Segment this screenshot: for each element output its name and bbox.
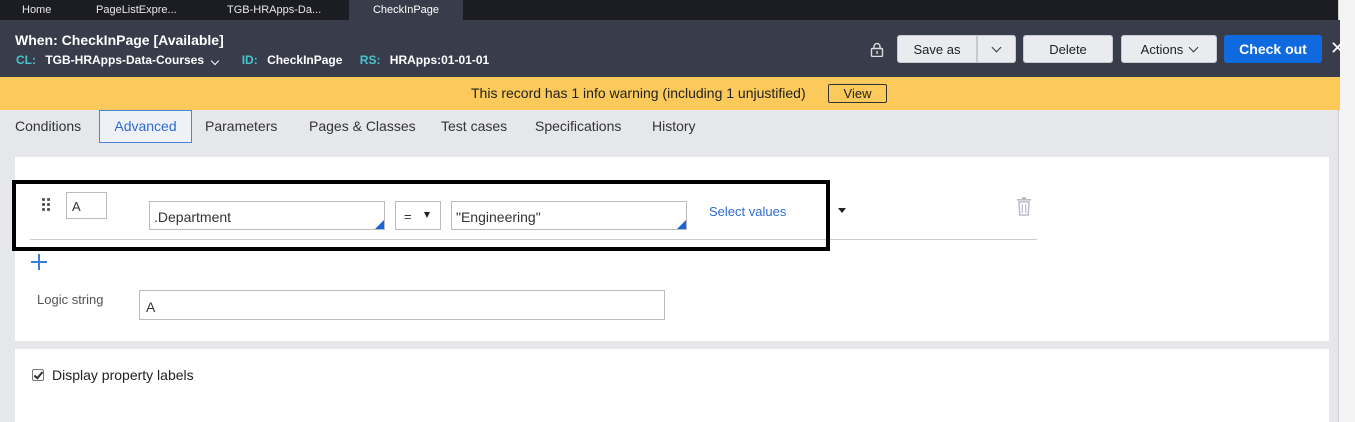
rs-label: RS: <box>359 53 381 67</box>
tab-conditions[interactable]: Conditions <box>15 110 81 143</box>
id-value: CheckInPage <box>267 53 343 67</box>
tab-test-cases[interactable]: Test cases <box>441 110 507 143</box>
warning-text: This record has 1 info warning (includin… <box>471 85 806 101</box>
delete-button[interactable]: Delete <box>1023 35 1113 63</box>
tab-advanced[interactable]: Advanced <box>99 110 192 143</box>
warning-banner: This record has 1 info warning (includin… <box>0 77 1340 110</box>
tab-checkinpage[interactable]: CheckInPage <box>349 0 463 20</box>
chevron-down-icon <box>1188 42 1199 52</box>
tab-pagelistexpre[interactable]: PageListExpre... <box>96 0 177 20</box>
tab-parameters[interactable]: Parameters <box>205 110 277 143</box>
record-header: When: CheckInPage [Available] CL: TGB-HR… <box>0 20 1345 77</box>
display-property-labels-label[interactable]: Display property labels <box>52 367 194 383</box>
id-label: ID: <box>241 53 258 67</box>
record-title: When: CheckInPage [Available] <box>15 32 224 48</box>
record-meta: CL: TGB-HRApps-Data-Courses ID: CheckInP… <box>16 53 489 67</box>
display-property-labels-checkbox[interactable] <box>32 369 44 381</box>
close-icon[interactable]: ✕ <box>1330 38 1345 59</box>
lock-icon <box>870 42 884 57</box>
cl-value[interactable]: TGB-HRApps-Data-Courses <box>45 53 204 67</box>
chevron-down-icon[interactable] <box>211 56 220 66</box>
tab-home[interactable]: Home <box>22 0 51 20</box>
tab-pages-classes[interactable]: Pages & Classes <box>309 110 416 143</box>
window-scrollbar[interactable] <box>1338 0 1355 422</box>
rs-value: HRApps:01-01-01 <box>389 53 490 67</box>
save-as-dropdown-button[interactable] <box>977 35 1016 63</box>
browser-tab-strip: Home PageListExpre... TGB-HRApps-Da... C… <box>0 0 1355 20</box>
actions-button[interactable]: Actions <box>1121 35 1217 63</box>
view-warnings-button[interactable]: View <box>828 84 887 103</box>
tab-tgb-hrapps[interactable]: TGB-HRApps-Da... <box>227 0 321 20</box>
logic-string-input[interactable]: A <box>139 290 665 320</box>
rule-tabs: Conditions Advanced Parameters Pages & C… <box>0 110 1340 144</box>
cl-label: CL: <box>16 53 36 67</box>
highlight-box <box>12 180 830 251</box>
add-condition-icon[interactable] <box>31 254 47 270</box>
check-out-button[interactable]: Check out <box>1224 35 1322 63</box>
caret-down-icon[interactable] <box>838 208 846 213</box>
options-panel <box>15 349 1329 422</box>
actions-label: Actions <box>1140 41 1184 57</box>
chevron-down-icon <box>991 42 1002 52</box>
tab-specifications[interactable]: Specifications <box>535 110 621 143</box>
logic-string-label: Logic string <box>37 292 104 307</box>
save-as-button[interactable]: Save as <box>897 35 977 63</box>
tab-history[interactable]: History <box>652 110 696 143</box>
trash-icon[interactable] <box>1016 196 1032 216</box>
